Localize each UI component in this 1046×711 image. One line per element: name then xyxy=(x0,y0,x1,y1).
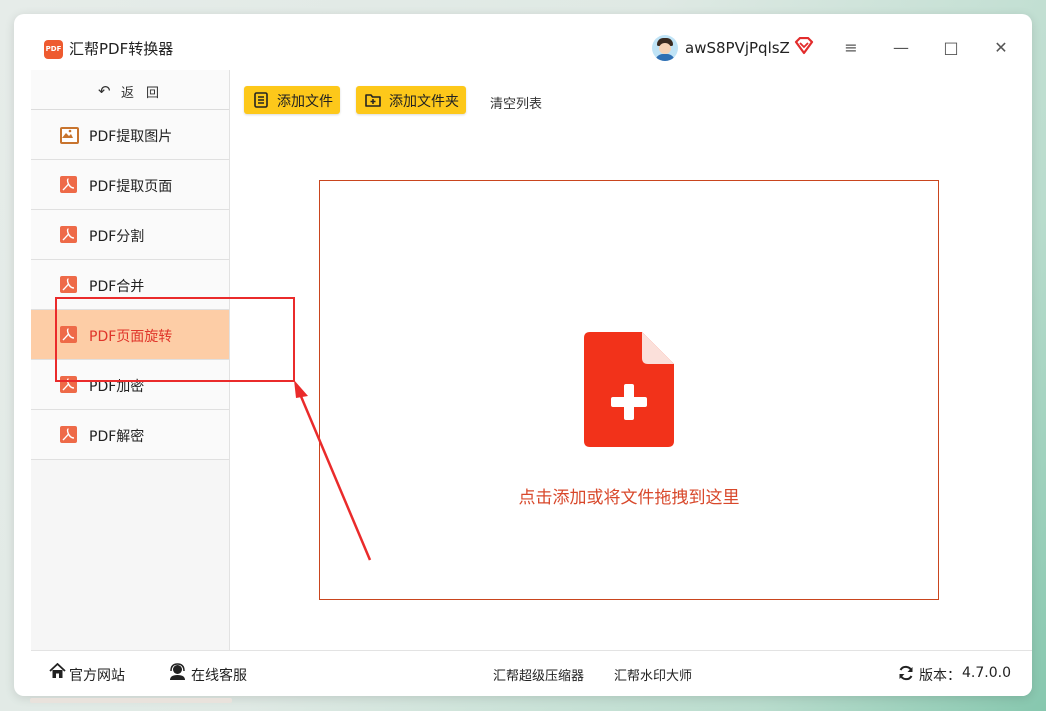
user-avatar[interactable] xyxy=(652,35,678,61)
add-folder-label: 添加文件夹 xyxy=(389,94,459,110)
pdf-icon xyxy=(60,276,77,293)
official-site-link[interactable]: 官方网站 xyxy=(69,665,125,685)
sidebar-menu: PDF提取图片 PDF提取页面 PDF分割 PDF合并 PDF页面旋转 PDF加… xyxy=(31,110,229,460)
online-service-link[interactable]: 在线客服 xyxy=(191,665,247,685)
title-bar: PDF 汇帮PDF转换器 awS8PVjPqlsZ ≡ — □ ✕ xyxy=(14,14,1032,70)
sidebar-item-extract-images[interactable]: PDF提取图片 xyxy=(31,110,229,160)
app-window: PDF 汇帮PDF转换器 awS8PVjPqlsZ ≡ — □ ✕ ↶ 返回 P… xyxy=(14,14,1032,696)
maximize-button[interactable]: □ xyxy=(942,40,960,56)
minimize-button[interactable]: — xyxy=(892,40,910,56)
annotation-arrow-icon xyxy=(294,380,372,561)
image-icon xyxy=(60,127,79,144)
watermark-link[interactable]: 汇帮水印大师 xyxy=(614,665,692,684)
sidebar-item-extract-pages[interactable]: PDF提取页面 xyxy=(31,160,229,210)
sidebar-item-label: PDF解密 xyxy=(89,429,145,445)
sidebar-item-label: PDF提取图片 xyxy=(89,129,173,145)
drop-zone-hint: 点击添加或将文件拖拽到这里 xyxy=(518,488,740,508)
file-drop-zone[interactable]: 点击添加或将文件拖拽到这里 xyxy=(319,180,939,600)
add-file-button[interactable]: 添加文件 xyxy=(244,86,340,114)
home-icon xyxy=(49,663,66,678)
annotation-highlight-box xyxy=(55,297,295,382)
compressor-link[interactable]: 汇帮超级压缩器 xyxy=(493,665,584,684)
customer-service-icon xyxy=(170,663,185,680)
close-button[interactable]: ✕ xyxy=(992,40,1010,56)
sidebar-item-decrypt[interactable]: PDF解密 xyxy=(31,410,229,460)
add-folder-button[interactable]: 添加文件夹 xyxy=(356,86,466,114)
username[interactable]: awS8PVjPqlsZ xyxy=(685,39,790,57)
app-title: 汇帮PDF转换器 xyxy=(69,40,174,58)
sidebar-item-label: PDF分割 xyxy=(89,229,145,245)
vip-diamond-icon[interactable] xyxy=(794,37,814,55)
menu-button[interactable]: ≡ xyxy=(842,40,860,56)
back-button[interactable]: ↶ 返回 xyxy=(31,70,229,110)
back-label: 返回 xyxy=(121,86,172,101)
sidebar-item-split[interactable]: PDF分割 xyxy=(31,210,229,260)
version-number: 4.7.0.0 xyxy=(962,665,1011,681)
version-label: 版本： xyxy=(919,668,961,684)
pdf-icon xyxy=(60,426,77,443)
add-file-icon xyxy=(584,332,674,447)
sidebar-item-label: PDF提取页面 xyxy=(89,179,173,195)
clear-list-button[interactable]: 清空列表 xyxy=(490,93,542,112)
folder-plus-icon xyxy=(365,94,381,107)
file-list-icon xyxy=(254,92,268,108)
footer-bar: 官方网站 在线客服 汇帮超级压缩器 汇帮水印大师 版本： 4.7.0.0 xyxy=(31,650,1032,696)
pdf-icon xyxy=(60,176,77,193)
back-arrow-icon: ↶ xyxy=(98,82,111,100)
sidebar-item-label: PDF合并 xyxy=(89,279,145,295)
add-file-label: 添加文件 xyxy=(277,94,333,110)
refresh-icon[interactable] xyxy=(898,665,914,681)
app-logo-icon: PDF xyxy=(44,40,63,59)
taskbar-strip xyxy=(30,698,232,703)
pdf-icon xyxy=(60,226,77,243)
